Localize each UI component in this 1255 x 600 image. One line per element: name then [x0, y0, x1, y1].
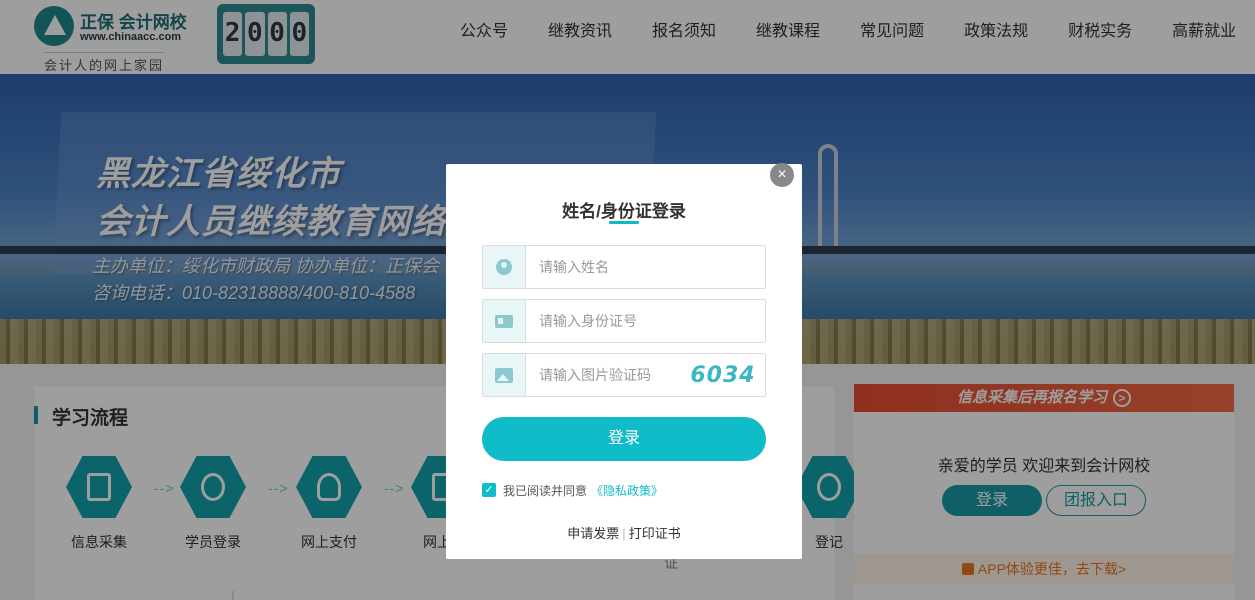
modal-bottom-links: 申请发票 | 打印证书 — [446, 523, 802, 542]
user-icon — [483, 246, 526, 288]
login-modal: × 姓名/身份证登录 6034 登录 ✓ 我已阅读并同意 《隐私政策》 申请发票… — [446, 163, 802, 559]
privacy-policy-link[interactable]: 《隐私政策》 — [591, 482, 663, 499]
agree-checkbox[interactable]: ✓ — [482, 483, 496, 497]
captcha-image[interactable]: 6034 — [687, 360, 759, 392]
certificate-link[interactable]: 打印证书 — [629, 526, 681, 541]
link-separator: | — [622, 526, 626, 541]
invoice-link[interactable]: 申请发票 — [567, 526, 619, 541]
id-card-icon — [483, 300, 526, 342]
modal-title: 姓名/身份证登录 — [562, 202, 686, 221]
title-underline — [609, 221, 639, 224]
id-field — [482, 299, 766, 343]
agreement-row: ✓ 我已阅读并同意 《隐私政策》 — [482, 482, 663, 498]
login-submit-button[interactable]: 登录 — [482, 417, 766, 461]
name-field — [482, 245, 766, 289]
agree-text: 我已阅读并同意 — [503, 483, 588, 498]
captcha-input[interactable] — [527, 354, 677, 396]
image-icon — [483, 354, 526, 396]
close-icon[interactable]: × — [770, 163, 794, 187]
name-input[interactable] — [527, 246, 765, 288]
id-number-input[interactable] — [527, 300, 765, 342]
captcha-field: 6034 — [482, 353, 766, 397]
